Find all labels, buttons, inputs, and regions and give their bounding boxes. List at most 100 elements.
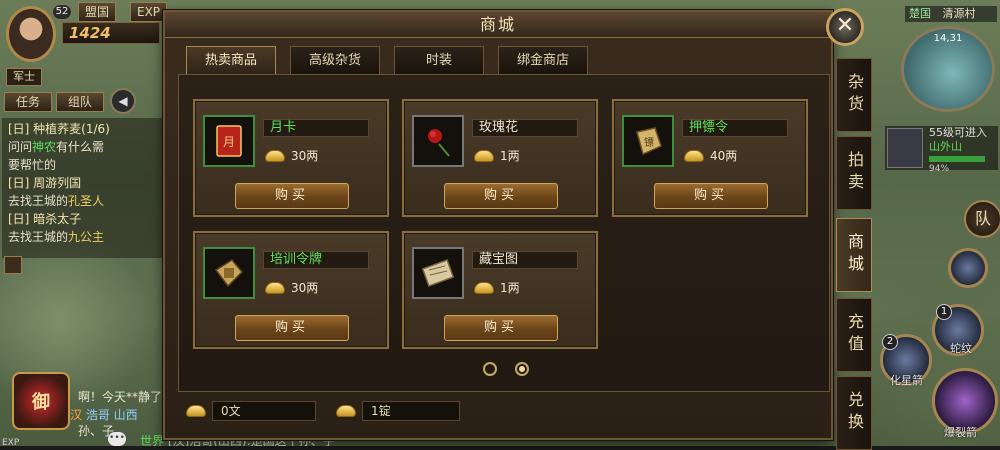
side-tab-exchange[interactable]: 兑换 [836, 376, 872, 450]
ingot-currency: 1锭 [336, 400, 460, 422]
boss-info-card[interactable]: 55级可进入 山外山 94% [885, 126, 998, 174]
player-avatar[interactable] [6, 6, 56, 62]
silver-ingot-icon [265, 281, 285, 294]
boss-name: 山外山 [929, 140, 962, 153]
copper-ingot-icon [186, 405, 206, 417]
boss-info: 55级可进入 山外山 94% [929, 126, 989, 176]
item-price: 40两 [684, 147, 737, 164]
silver-ingot-icon [684, 149, 704, 162]
shop-title: 商城 [165, 12, 831, 38]
skill-1-number: 1 [936, 304, 952, 320]
quest-desc: 去找王城的 [8, 194, 69, 208]
game-logo: 御 [12, 372, 70, 430]
shop-item-card: 镖 押镖令 40两 购买 [612, 99, 808, 217]
silver-ingot-icon [474, 149, 494, 162]
monthly-card-icon[interactable]: 月 [203, 115, 255, 167]
quest-item[interactable]: [日] 种植荞麦(1/6) 问问神农有什么需 要帮忙的 [8, 120, 156, 174]
collapse-arrow-icon[interactable]: ◀ [110, 88, 136, 114]
shop-item-card: 月 月卡 30两 购买 [193, 99, 389, 217]
silver-ingot-icon [265, 149, 285, 162]
minimap[interactable]: 14,31 [901, 26, 995, 112]
quest-npc-link[interactable]: 孔圣人 [68, 194, 104, 208]
escort-token-icon[interactable]: 镖 [622, 115, 674, 167]
quest-title: [日] 暗杀太子 [8, 212, 82, 226]
chat-line: 汉 浩哥 山西 [70, 406, 138, 423]
svg-text:镖: 镖 [644, 137, 654, 149]
skill-2-label: 化星箭 [890, 374, 923, 387]
svg-text:月: 月 [223, 135, 235, 149]
quest-item[interactable]: [日] 暗杀太子 去找王城的九公主 [8, 210, 156, 246]
training-token-icon[interactable] [203, 247, 255, 299]
item-price-value: 30两 [291, 149, 319, 163]
chat-line: 啊！今天**静了 [78, 390, 163, 404]
item-name: 培训令牌 [263, 251, 369, 269]
shop-item-card: 培训令牌 30两 购买 [193, 231, 389, 349]
chat-bubble-icon[interactable]: ••• [108, 432, 126, 446]
boss-avatar [887, 128, 923, 168]
item-price-value: 40两 [710, 149, 738, 163]
chat-channel: 汉 [70, 408, 83, 422]
buy-button[interactable]: 购买 [444, 315, 558, 341]
page-indicator [483, 362, 543, 378]
team-button[interactable]: 队 [964, 200, 1000, 238]
item-price: 30两 [265, 147, 318, 164]
player-rank: 军士 [6, 68, 42, 86]
close-button[interactable]: ✕ [826, 8, 864, 46]
side-tab-recharge[interactable]: 充值 [836, 298, 872, 372]
treasure-map-icon[interactable] [412, 247, 464, 299]
tab-hot-items[interactable]: 热卖商品 [186, 46, 276, 74]
shop-item-card: 玫瑰花 1两 购买 [402, 99, 598, 217]
quest-item[interactable]: [日] 周游列国 去找王城的孔圣人 [8, 174, 156, 210]
item-price-value: 1两 [500, 281, 520, 295]
quest-npc-link[interactable]: 九公主 [68, 230, 104, 244]
rose-icon[interactable] [412, 115, 464, 167]
map-title: 楚国 清源村 [905, 6, 997, 22]
map-coords: 14,31 [933, 33, 963, 44]
item-price-value: 1两 [500, 149, 520, 163]
side-tab-mall[interactable]: 商城 [836, 218, 872, 292]
item-price: 30两 [265, 279, 318, 296]
quest-title: [日] 种植荞麦(1/6) [8, 122, 110, 136]
tab-advanced-goods[interactable]: 高级杂货 [290, 46, 380, 74]
combat-power: 1424 [62, 22, 160, 44]
side-tab-auction[interactable]: 拍卖 [836, 136, 872, 210]
combat-power-value: 1424 [69, 24, 111, 42]
potion-icon[interactable] [948, 248, 988, 288]
gold-ingot-icon [336, 405, 356, 417]
quest-npc-link[interactable]: 神农 [32, 140, 56, 154]
buy-button[interactable]: 购买 [235, 315, 349, 341]
tab-fashion[interactable]: 时装 [394, 46, 484, 74]
quest-title: [日] 周游列国 [8, 176, 82, 190]
alliance-button[interactable]: 盟国 [78, 2, 117, 22]
shop-item-card: 藏宝图 1两 购买 [402, 231, 598, 349]
quest-desc-line2: 要帮忙的 [8, 158, 57, 172]
quest-desc: 去找王城的 [8, 230, 69, 244]
close-icon: ✕ [835, 13, 855, 38]
page-dot-2-active[interactable] [515, 362, 529, 376]
quest-settings-icon[interactable] [4, 256, 22, 274]
exp-button[interactable]: EXP [130, 2, 168, 22]
buy-button[interactable]: 购买 [444, 183, 558, 209]
task-tab[interactable]: 任务 [4, 92, 52, 112]
quest-tracker[interactable]: [日] 种植荞麦(1/6) 问问神农有什么需 要帮忙的 [日] 周游列国 去找王… [2, 118, 162, 258]
page-dot-1[interactable] [483, 362, 497, 376]
skill-3-label: 爆裂箭 [944, 426, 977, 439]
buy-button[interactable]: 购买 [235, 183, 349, 209]
team-tab[interactable]: 组队 [56, 92, 104, 112]
copper-amount: 0文 [212, 401, 316, 421]
map-name: 清源村 [942, 7, 976, 20]
side-tab-groceries[interactable]: 杂货 [836, 58, 872, 132]
buy-button[interactable]: 购买 [654, 183, 768, 209]
quest-desc-cont: 有什么需 [56, 140, 105, 154]
boss-hp-percent: 94% [929, 164, 950, 174]
skill-2-number: 2 [882, 334, 898, 350]
boss-requirement: 55级可进入 [929, 126, 987, 139]
silver-ingot-icon [474, 281, 494, 294]
tab-bound-gold-shop[interactable]: 绑金商店 [498, 46, 588, 74]
exp-bar-label: EXP [2, 438, 20, 448]
item-name: 押镖令 [682, 119, 788, 137]
chat-text: 浩哥 山西 [85, 408, 138, 422]
ingot-amount: 1锭 [362, 401, 460, 421]
player-level-badge: 52 [52, 4, 72, 20]
skill-1-label: 蛇纹 [950, 342, 972, 355]
